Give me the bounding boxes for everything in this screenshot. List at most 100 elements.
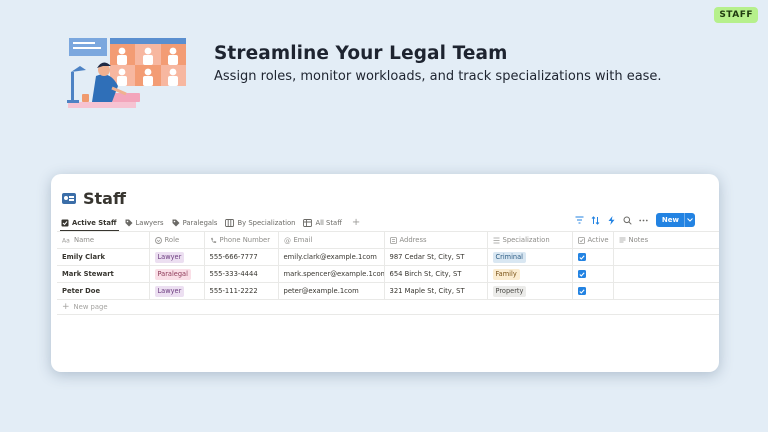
cell-notes[interactable]	[612, 265, 719, 283]
column-label: Notes	[628, 236, 649, 244]
text-icon: Aa	[62, 237, 71, 244]
tab-lawyers[interactable]: Lawyers	[125, 214, 164, 231]
divider	[57, 314, 719, 315]
view-tabs: Active Staff Lawyers Paralegals By Speci…	[60, 214, 360, 232]
board-icon	[225, 218, 235, 227]
cell-address[interactable]: 987 Cedar St, City, ST	[383, 248, 487, 266]
column-label: Active	[587, 236, 609, 244]
column-header-name[interactable]: Aa Name	[57, 231, 149, 249]
more-icon[interactable]	[637, 213, 651, 227]
column-label: Email	[293, 236, 313, 244]
database-title[interactable]: Staff	[83, 189, 126, 208]
sort-icon[interactable]	[589, 213, 603, 227]
checked-checkbox-icon[interactable]	[577, 287, 586, 295]
chevron-down-icon[interactable]	[684, 213, 695, 227]
filter-icon[interactable]	[573, 213, 587, 227]
contact-card-icon	[62, 193, 76, 204]
cell-phone[interactable]: 555-666-7777	[203, 248, 278, 266]
staff-table: Aa Name Role Phone Number @ Email Address …	[57, 231, 719, 300]
cell-specialization[interactable]: Property	[486, 282, 572, 300]
column-header-active[interactable]: Active	[571, 231, 613, 249]
cell-specialization[interactable]: Family	[486, 265, 572, 283]
checked-checkbox-icon[interactable]	[577, 270, 586, 278]
checkbox-icon	[61, 219, 69, 227]
database-toolbar: New	[571, 213, 695, 227]
column-header-role[interactable]: Role	[148, 231, 204, 249]
column-label: Address	[399, 236, 427, 244]
role-tag: Paralegal	[154, 268, 191, 280]
cell-role[interactable]: Paralegal	[148, 265, 204, 283]
table-row[interactable]: Mark Stewart Paralegal 555-333-4444 mark…	[57, 265, 719, 283]
checkbox-icon	[577, 236, 585, 244]
column-label: Phone Number	[219, 236, 271, 244]
table-row[interactable]: Emily Clark Lawyer 555-666-7777 emily.cl…	[57, 248, 719, 266]
cell-name[interactable]: Mark Stewart	[57, 265, 149, 283]
cell-active[interactable]	[571, 248, 613, 266]
tab-active-staff[interactable]: Active Staff	[60, 214, 119, 232]
cell-role[interactable]: Lawyer	[148, 248, 204, 266]
column-header-email[interactable]: @ Email	[277, 231, 384, 249]
cell-name[interactable]: Peter Doe	[57, 282, 149, 300]
tab-label: Paralegals	[182, 218, 218, 227]
automation-icon[interactable]	[605, 213, 619, 227]
table-header-row: Aa Name Role Phone Number @ Email Address …	[57, 231, 719, 249]
specialization-tag: Family	[492, 268, 520, 280]
column-header-address[interactable]: Address	[383, 231, 487, 249]
cell-email[interactable]: peter@example.1com	[277, 282, 384, 300]
column-header-phone[interactable]: Phone Number	[203, 231, 278, 249]
table-icon	[303, 218, 313, 227]
new-button[interactable]: New	[655, 213, 695, 227]
column-header-specialization[interactable]: Specialization	[486, 231, 572, 249]
hero-subtitle: Assign roles, monitor workloads, and tra…	[214, 69, 662, 84]
select-icon	[154, 236, 162, 244]
role-tag: Lawyer	[154, 285, 185, 297]
tag-icon	[172, 219, 180, 227]
new-page-button[interactable]: + New page	[62, 302, 108, 312]
column-label: Role	[164, 236, 180, 244]
cell-phone[interactable]: 555-333-4444	[203, 265, 278, 283]
staff-badge: STAFF	[714, 7, 758, 23]
column-header-notes[interactable]: Notes	[612, 231, 719, 249]
cell-role[interactable]: Lawyer	[148, 282, 204, 300]
svg-text:@: @	[284, 237, 291, 244]
staff-database-card: Staff Active Staff Lawyers Paralegals By…	[51, 174, 719, 372]
specialization-tag: Property	[492, 285, 527, 297]
cell-email[interactable]: emily.clark@example.1com	[277, 248, 384, 266]
tab-by-specialization[interactable]: By Specialization	[225, 214, 295, 231]
cell-active[interactable]	[571, 265, 613, 283]
svg-text:Aa: Aa	[62, 238, 70, 244]
phone-icon	[210, 237, 217, 244]
hero-title: Streamline Your Legal Team	[214, 43, 508, 64]
table-row[interactable]: Peter Doe Lawyer 555-111-2222 peter@exam…	[57, 282, 719, 300]
tab-label: Lawyers	[135, 218, 164, 227]
tag-icon	[125, 219, 133, 227]
add-view-button[interactable]: +	[352, 217, 360, 228]
cell-phone[interactable]: 555-111-2222	[203, 282, 278, 300]
cell-specialization[interactable]: Criminal	[486, 248, 572, 266]
column-label: Name	[74, 236, 95, 244]
list-icon	[493, 237, 500, 244]
cell-email[interactable]: mark.spencer@example.1com	[277, 265, 384, 283]
tab-all-staff[interactable]: All Staff	[303, 214, 342, 231]
database-header: Staff	[62, 189, 126, 208]
specialization-tag: Criminal	[492, 251, 526, 263]
role-tag: Lawyer	[154, 251, 185, 263]
plus-icon: +	[62, 302, 70, 312]
search-icon[interactable]	[621, 213, 635, 227]
cell-address[interactable]: 321 Maple St, City, ST	[383, 282, 487, 300]
at-icon: @	[284, 237, 291, 244]
cell-active[interactable]	[571, 282, 613, 300]
notes-icon	[619, 237, 626, 244]
cell-notes[interactable]	[612, 248, 719, 266]
checked-checkbox-icon[interactable]	[577, 253, 586, 261]
new-page-label: New page	[73, 303, 108, 311]
team-video-call-illustration	[67, 38, 186, 108]
address-icon	[389, 236, 397, 244]
cell-notes[interactable]	[612, 282, 719, 300]
cell-name[interactable]: Emily Clark	[57, 248, 149, 266]
tab-label: By Specialization	[237, 218, 296, 227]
tab-label: Active Staff	[72, 218, 117, 227]
tab-label: All Staff	[315, 218, 342, 227]
tab-paralegals[interactable]: Paralegals	[172, 214, 218, 231]
cell-address[interactable]: 654 Birch St, City, ST	[383, 265, 487, 283]
